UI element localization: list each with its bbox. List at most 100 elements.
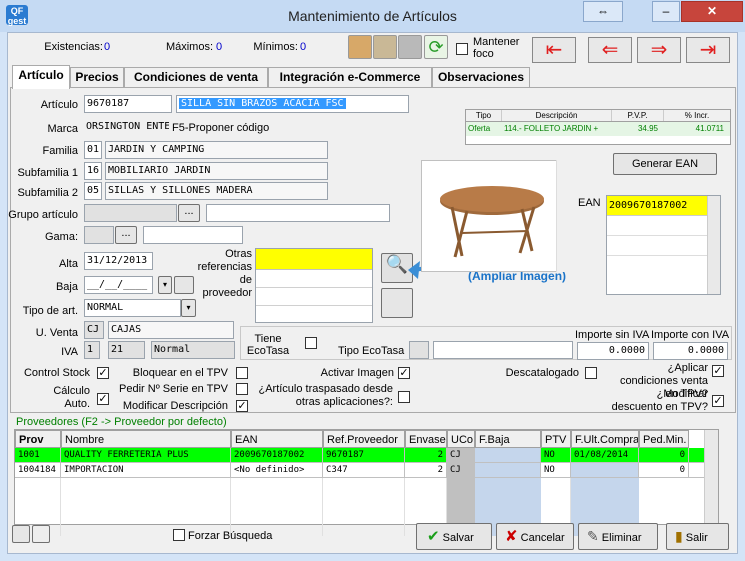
modificar-descripcion-checkbox[interactable]: ✓ xyxy=(236,400,248,412)
col-ped-min[interactable]: Ped.Min. xyxy=(639,430,689,448)
image-action-button[interactable] xyxy=(381,288,413,318)
bloquear-tpv-checkbox[interactable] xyxy=(236,367,248,379)
col-prov[interactable]: Prov xyxy=(15,430,61,448)
tipo-art-dropdown-icon[interactable]: ▾ xyxy=(181,299,196,317)
copy-icon[interactable] xyxy=(12,525,30,543)
oferta-row[interactable]: Oferta 114.- FOLLETO JARDIN + 34.95 41.0… xyxy=(466,122,730,136)
tiene-ecotasa-checkbox[interactable] xyxy=(305,337,317,349)
generar-ean-button[interactable]: Generar EAN xyxy=(613,153,717,175)
forzar-busqueda-checkbox[interactable] xyxy=(173,529,185,541)
gama-field[interactable] xyxy=(84,226,114,244)
tipo-art-select[interactable]: NORMAL xyxy=(84,299,181,317)
familia-label: Familia xyxy=(42,145,78,157)
close-button[interactable]: ✕ xyxy=(681,1,743,22)
ean-scrollbar[interactable] xyxy=(707,196,720,294)
row-fult: 01/08/2014 xyxy=(571,448,639,462)
table-image xyxy=(440,186,544,258)
previous-record-button[interactable]: ⇐ xyxy=(588,37,632,63)
next-record-button[interactable]: ⇒ xyxy=(637,37,681,63)
proveedores-scrollbar[interactable] xyxy=(704,430,718,524)
window-title: Mantenimiento de Artículos xyxy=(288,8,457,24)
descatalogado-label: Descatalogado xyxy=(505,367,579,379)
col-nombre[interactable]: Nombre xyxy=(61,430,231,448)
image-scrollbar[interactable] xyxy=(556,160,569,272)
subfamilia1-code-field[interactable]: 16 xyxy=(84,162,102,180)
shelf-icon[interactable] xyxy=(373,35,397,59)
table-row[interactable]: 1001 QUALITY FERRETERIA PLUS 20096701870… xyxy=(15,448,718,463)
mantener-foco-checkbox[interactable] xyxy=(456,43,468,55)
tab-integracion-ecommerce[interactable]: Integración e-Commerce xyxy=(268,67,432,88)
gama-lookup-button[interactable]: ... xyxy=(115,226,137,244)
tipo-ecotasa-code[interactable] xyxy=(409,341,429,359)
modificar-descripcion-label: Modificar Descripción xyxy=(122,400,228,412)
proveedores-grid[interactable]: Prov Nombre EAN Ref.Proveedor Envase UCo… xyxy=(14,429,719,536)
traspasado-label: ¿Artículo traspasado desde otras aplicac… xyxy=(258,383,393,408)
refresh-icon[interactable]: ⟳ xyxy=(424,35,448,59)
ean-value[interactable]: 2009670187002 xyxy=(607,196,707,216)
cancelar-label: Cancelar xyxy=(520,532,565,544)
oferta-table: Tipo Descripción P.V.P. % Incr. Oferta 1… xyxy=(465,109,731,145)
otras-referencias-row[interactable] xyxy=(256,270,372,288)
subfamilia2-code-field[interactable]: 05 xyxy=(84,182,102,200)
minimize-button[interactable]: – xyxy=(652,1,680,22)
baja-date-field[interactable]: __/__/____ xyxy=(84,276,153,294)
tab-observaciones[interactable]: Observaciones xyxy=(432,67,530,88)
modificar-descuento-checkbox[interactable]: ✓ xyxy=(712,395,724,407)
otras-referencias-row[interactable] xyxy=(256,249,372,270)
salir-button[interactable]: ▮ Salir xyxy=(666,523,729,550)
last-record-button[interactable]: ⇥ xyxy=(686,37,730,63)
eliminar-button[interactable]: ✎ Eliminar xyxy=(578,523,658,550)
col-ptv[interactable]: PTV xyxy=(541,430,571,448)
grupo-articulo-label: Grupo artículo xyxy=(8,209,78,221)
col-envase[interactable]: Envase xyxy=(405,430,447,448)
cancelar-button[interactable]: ✘ Cancelar xyxy=(496,523,574,550)
col-fult-compra[interactable]: F.Ult.Compra xyxy=(571,430,639,448)
descatalogado-checkbox[interactable] xyxy=(585,367,597,379)
salvar-label: Salvar xyxy=(442,532,474,544)
row-fbaja xyxy=(475,463,541,477)
eraser-icon: ✎ xyxy=(587,528,599,544)
activar-imagen-checkbox[interactable]: ✓ xyxy=(398,367,410,379)
x-icon: ✘ xyxy=(505,528,518,545)
col-uco[interactable]: UCo xyxy=(447,430,475,448)
row-nombre: QUALITY FERRETERIA PLUS xyxy=(61,448,231,462)
articulo-description-field[interactable]: SILLA SIN BRAZOS ACACIA FSC xyxy=(176,95,409,113)
boxes-icon[interactable] xyxy=(348,35,372,59)
tab-condiciones-venta[interactable]: Condiciones de venta xyxy=(124,67,268,88)
gama-label: Gama: xyxy=(44,231,78,243)
pedir-serie-checkbox[interactable] xyxy=(236,383,248,395)
otras-referencias-row[interactable] xyxy=(256,288,372,306)
col-ref-proveedor[interactable]: Ref.Proveedor xyxy=(323,430,405,448)
oferta-header-incr: % Incr. xyxy=(684,111,710,120)
first-record-button[interactable]: ⇤ xyxy=(532,37,576,63)
col-ean[interactable]: EAN xyxy=(231,430,323,448)
iva-code-field[interactable]: 1 xyxy=(84,341,100,359)
otras-referencias-list[interactable] xyxy=(255,248,373,323)
uventa-code-field[interactable]: CJ xyxy=(84,321,104,339)
baja-date-dropdown[interactable]: ▾ xyxy=(158,276,172,294)
salvar-button[interactable]: ✔ Salvar xyxy=(416,523,492,550)
marca-field[interactable]: ORSINGTON ENTE xyxy=(84,119,169,137)
tab-precios[interactable]: Precios xyxy=(70,67,124,88)
importe-con-iva-field[interactable]: 0.0000 xyxy=(653,342,728,360)
table-row[interactable]: 1004184 IMPORTACION <No definido> C347 2… xyxy=(15,463,718,478)
row-fbaja xyxy=(475,448,541,462)
aplicar-condiciones-checkbox[interactable]: ✓ xyxy=(712,365,724,377)
register-icon[interactable] xyxy=(398,35,422,59)
traspasado-checkbox[interactable] xyxy=(398,391,410,403)
paste-icon[interactable] xyxy=(32,525,50,543)
ean-list[interactable]: 2009670187002 xyxy=(606,195,721,295)
restore-button[interactable]: ⇔ xyxy=(583,1,623,22)
tipo-ecotasa-field xyxy=(433,341,573,359)
grupo-articulo-field[interactable] xyxy=(84,204,177,222)
subfamilia1-description-field: MOBILIARIO JARDIN xyxy=(105,162,328,180)
familia-code-field[interactable]: 01 xyxy=(84,141,102,159)
importe-sin-iva-field[interactable]: 0.0000 xyxy=(577,342,649,360)
col-fbaja[interactable]: F.Baja xyxy=(475,430,541,448)
articulo-code-field[interactable]: 9670187 xyxy=(84,95,172,113)
row-envase: 2 xyxy=(405,463,447,477)
tab-articulo[interactable]: Artículo xyxy=(12,65,70,89)
alta-date-field[interactable]: 31/12/2013 xyxy=(84,252,153,270)
familia-description-field: JARDIN Y CAMPING xyxy=(105,141,328,159)
grupo-lookup-button[interactable]: ... xyxy=(178,204,200,222)
